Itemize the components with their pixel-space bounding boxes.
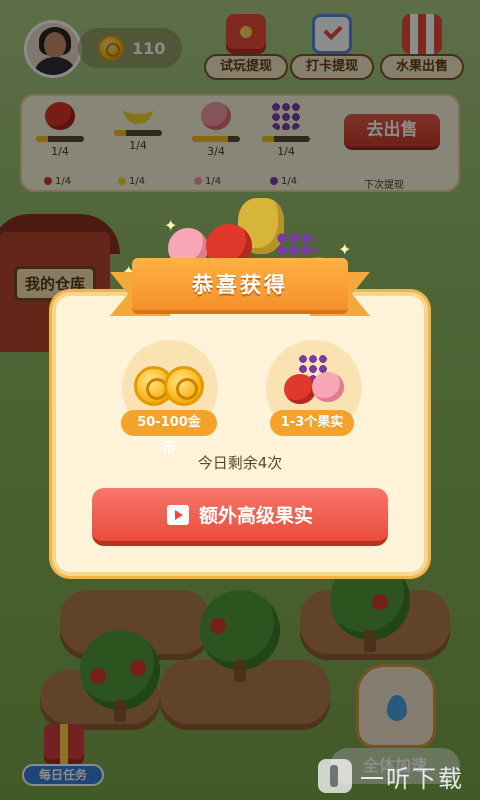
watermark-text: 一听下载 [360, 764, 464, 793]
sparkle-icon: ✦ [164, 216, 178, 235]
remaining-count-text: 今日剩余4次 [197, 454, 283, 472]
extra-fruit-label: 额外高级果实 [198, 505, 313, 527]
video-icon [166, 504, 189, 525]
sparkle-icon: ✦ [338, 240, 352, 259]
extra-fruit-button[interactable]: 额外高级果实 [92, 488, 388, 546]
watermark-logo-icon [318, 759, 352, 793]
watermark: 一听下载 [318, 756, 464, 796]
peach-icon [312, 372, 344, 402]
modal-title: 恭喜获得 [132, 258, 348, 314]
coins-reward-label: 50-100金币 [121, 410, 217, 456]
coin-icon [164, 366, 204, 406]
fruit-reward-label: 1-3个果实 [270, 410, 354, 436]
